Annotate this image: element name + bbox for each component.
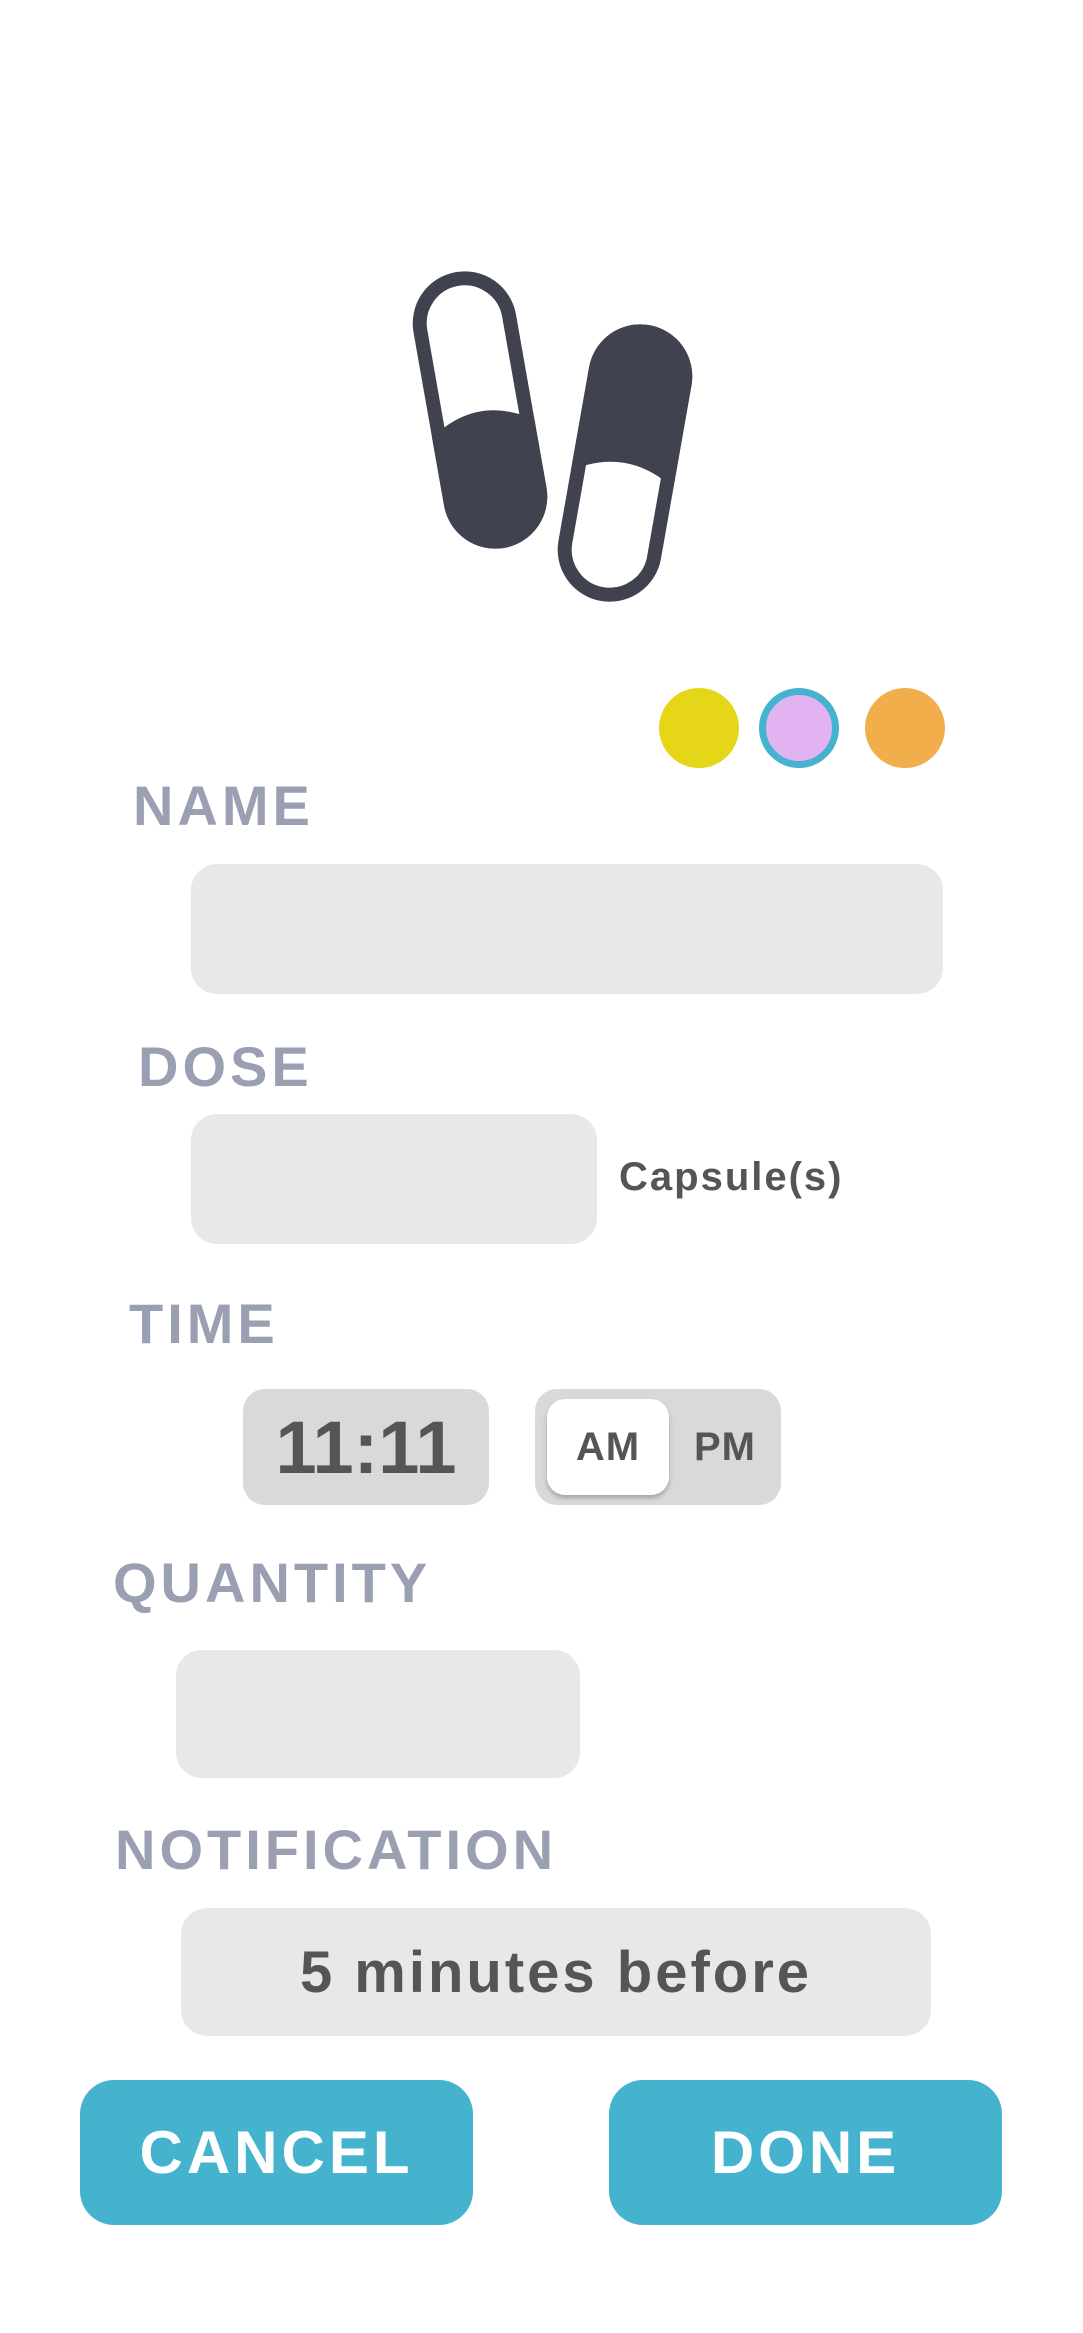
color-swatch-pink-selected[interactable]	[759, 688, 839, 768]
dose-unit-label: Capsule(s)	[619, 1155, 844, 1199]
am-pm-toggle[interactable]: AM PM	[535, 1389, 781, 1505]
time-label: TIME	[129, 1292, 279, 1355]
color-swatch-yellow[interactable]	[659, 688, 739, 768]
cancel-button[interactable]: CANCEL	[80, 2080, 473, 2225]
quantity-label: QUANTITY	[113, 1551, 432, 1614]
notification-select[interactable]: 5 minutes before	[181, 1908, 931, 2036]
dose-input[interactable]	[191, 1114, 597, 1244]
color-swatch-orange[interactable]	[865, 688, 945, 768]
pill-capsules-icon	[404, 263, 701, 610]
name-input[interactable]	[191, 864, 943, 994]
dose-label: DOSE	[138, 1035, 313, 1098]
quantity-input[interactable]	[176, 1650, 580, 1778]
pm-option[interactable]: PM	[675, 1399, 775, 1495]
am-option[interactable]: AM	[547, 1399, 669, 1495]
name-label: NAME	[133, 774, 314, 837]
done-button[interactable]: DONE	[609, 2080, 1002, 2225]
time-input[interactable]: 11:11	[243, 1389, 489, 1505]
notification-label: NOTIFICATION	[115, 1818, 558, 1881]
